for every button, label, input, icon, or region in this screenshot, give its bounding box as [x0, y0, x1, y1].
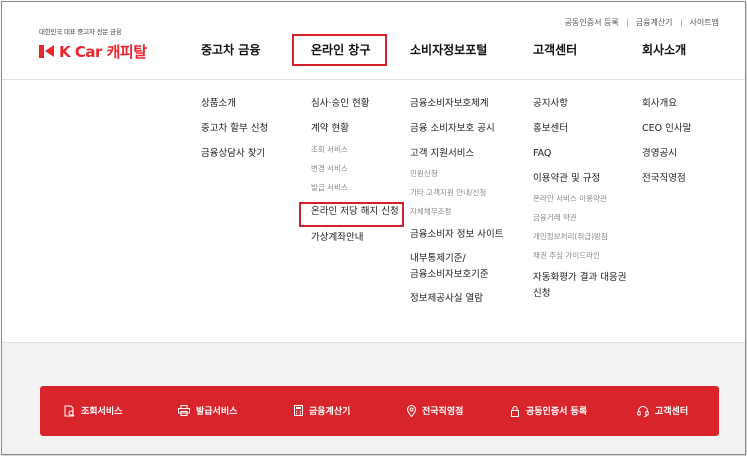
page-frame: 공동인증서 등록 금융계산기 사이트맵 대한민국 대표 중고차 전문 금융 K …	[1, 1, 746, 455]
submenu-sub-item[interactable]: 변경 서비스	[311, 164, 399, 174]
submenu-item[interactable]: 계약 현황	[311, 123, 399, 135]
submenu-item[interactable]: 공지사항	[533, 98, 626, 110]
submenu-item[interactable]: 가상계좌안내	[311, 232, 399, 244]
submenu-customer-center: 공지사항 홍보센터 FAQ 이용약관 및 규정 온라인 서비스 이용약관 금융거…	[533, 98, 626, 300]
divider	[626, 18, 628, 27]
submenu-sub-item[interactable]: 채권 추심 가이드라인	[533, 251, 626, 261]
nav-consumer-portal[interactable]: 소비자정보포털	[410, 41, 487, 58]
quick-branches-button[interactable]: 전국직영점	[407, 404, 463, 417]
submenu-item[interactable]: 내부통제기준/	[410, 253, 503, 265]
main-nav: 중고차 금융 온라인 창구 소비자정보포털 고객센터 회사소개	[2, 34, 745, 66]
submenu-company: 회사개요 CEO 인사말 경영공시 전국직영점	[642, 98, 691, 185]
logo-tagline: 대한민국 대표 중고차 전문 금융	[39, 28, 122, 36]
submenu-sub-item[interactable]: 민원신청	[410, 169, 503, 179]
quick-customer-center-button[interactable]: 고객센터	[637, 404, 688, 417]
certificate-register-link[interactable]: 공동인증서 등록	[565, 17, 619, 28]
submenu-item[interactable]: 회사개요	[642, 98, 691, 110]
submenu-consumer-portal: 금융소비자보호체계 금융 소비자보호 공시 고객 지원서비스 민원신청 기타 고…	[410, 98, 503, 305]
certificate-icon	[510, 405, 520, 417]
quick-calculator-label: 금융계산기	[309, 407, 351, 417]
submenu-item[interactable]: 금융 소비자보호 공시	[410, 123, 503, 135]
quick-inquiry-label: 조회서비스	[81, 407, 123, 417]
submenu-sub-item[interactable]: 온라인 서비스 이용약관	[533, 194, 626, 204]
submenu-sub-item[interactable]: 조회 서비스	[311, 145, 399, 155]
utility-links: 공동인증서 등록 금융계산기 사이트맵	[565, 17, 719, 28]
location-pin-icon	[407, 404, 416, 417]
submenu-item[interactable]: 전국직영점	[642, 173, 691, 185]
headset-icon	[637, 405, 649, 417]
quick-issue-label: 발급서비스	[196, 407, 238, 417]
quick-menu-bar: 조회서비스 발급서비스 금융계산기 전국직영점 공동인증서 등록 고객센터	[40, 386, 719, 436]
finance-calculator-link[interactable]: 금융계산기	[636, 17, 673, 28]
submenu-used-car-finance: 상품소개 중고차 할부 신청 금융상담사 찾기	[201, 98, 268, 160]
submenu-item[interactable]: 금융소비자보호기준	[410, 269, 503, 281]
submenu-sub-item[interactable]: 금융거래 약관	[533, 213, 626, 223]
submenu-sub-item[interactable]: 기타 고객지원 안내/신청	[410, 188, 503, 198]
submenu-item[interactable]: 금융소비자 정보 사이트	[410, 229, 503, 241]
submenu-item[interactable]: CEO 인사말	[642, 123, 691, 135]
nav-used-car-finance[interactable]: 중고차 금융	[201, 41, 260, 58]
submenu-sub-item[interactable]: 자체채무조정	[410, 207, 503, 217]
nav-divider	[2, 79, 745, 80]
submenu-item[interactable]: 경영공시	[642, 148, 691, 160]
quick-calculator-button[interactable]: 금융계산기	[294, 404, 350, 417]
highlight-box-mortgage-release	[299, 202, 404, 227]
submenu-item[interactable]: 고객 지원서비스	[410, 148, 503, 160]
quick-certificate-button[interactable]: 공동인증서 등록	[510, 404, 587, 417]
divider	[680, 18, 682, 27]
submenu-item[interactable]: 정보제공사실 열람	[410, 293, 503, 305]
submenu-item[interactable]: 이용약관 및 규정	[533, 173, 626, 185]
calculator-icon	[294, 405, 303, 416]
sitemap-link[interactable]: 사이트맵	[690, 17, 719, 28]
submenu-sub-item[interactable]: 개인정보처리(취급)방침	[533, 232, 626, 242]
quick-certificate-label: 공동인증서 등록	[526, 407, 588, 417]
highlight-box-online-window	[292, 34, 387, 66]
submenu-item[interactable]: 홍보센터	[533, 123, 626, 135]
submenu-item[interactable]: 심사·승인 현황	[311, 98, 399, 110]
nav-customer-center[interactable]: 고객센터	[533, 41, 577, 58]
submenu-item[interactable]: 상품소개	[201, 98, 268, 110]
submenu-sub-item[interactable]: 발급 서비스	[311, 183, 399, 193]
quick-customer-center-label: 고객센터	[655, 407, 689, 417]
nav-company[interactable]: 회사소개	[642, 41, 686, 58]
submenu-item[interactable]: 금융소비자보호체계	[410, 98, 503, 110]
submenu-item[interactable]: 자동화평가 결과 대응권	[533, 272, 626, 284]
submenu-item[interactable]: FAQ	[533, 148, 626, 160]
quick-inquiry-button[interactable]: 조회서비스	[64, 404, 122, 417]
submenu-item[interactable]: 금융상담사 찾기	[201, 148, 268, 160]
quick-issue-button[interactable]: 발급서비스	[178, 404, 237, 417]
inquiry-icon	[64, 405, 75, 417]
submenu-item[interactable]: 신청	[533, 288, 626, 300]
quick-branches-label: 전국직영점	[422, 407, 464, 417]
printer-icon	[178, 405, 190, 416]
submenu-item[interactable]: 중고차 할부 신청	[201, 123, 268, 135]
